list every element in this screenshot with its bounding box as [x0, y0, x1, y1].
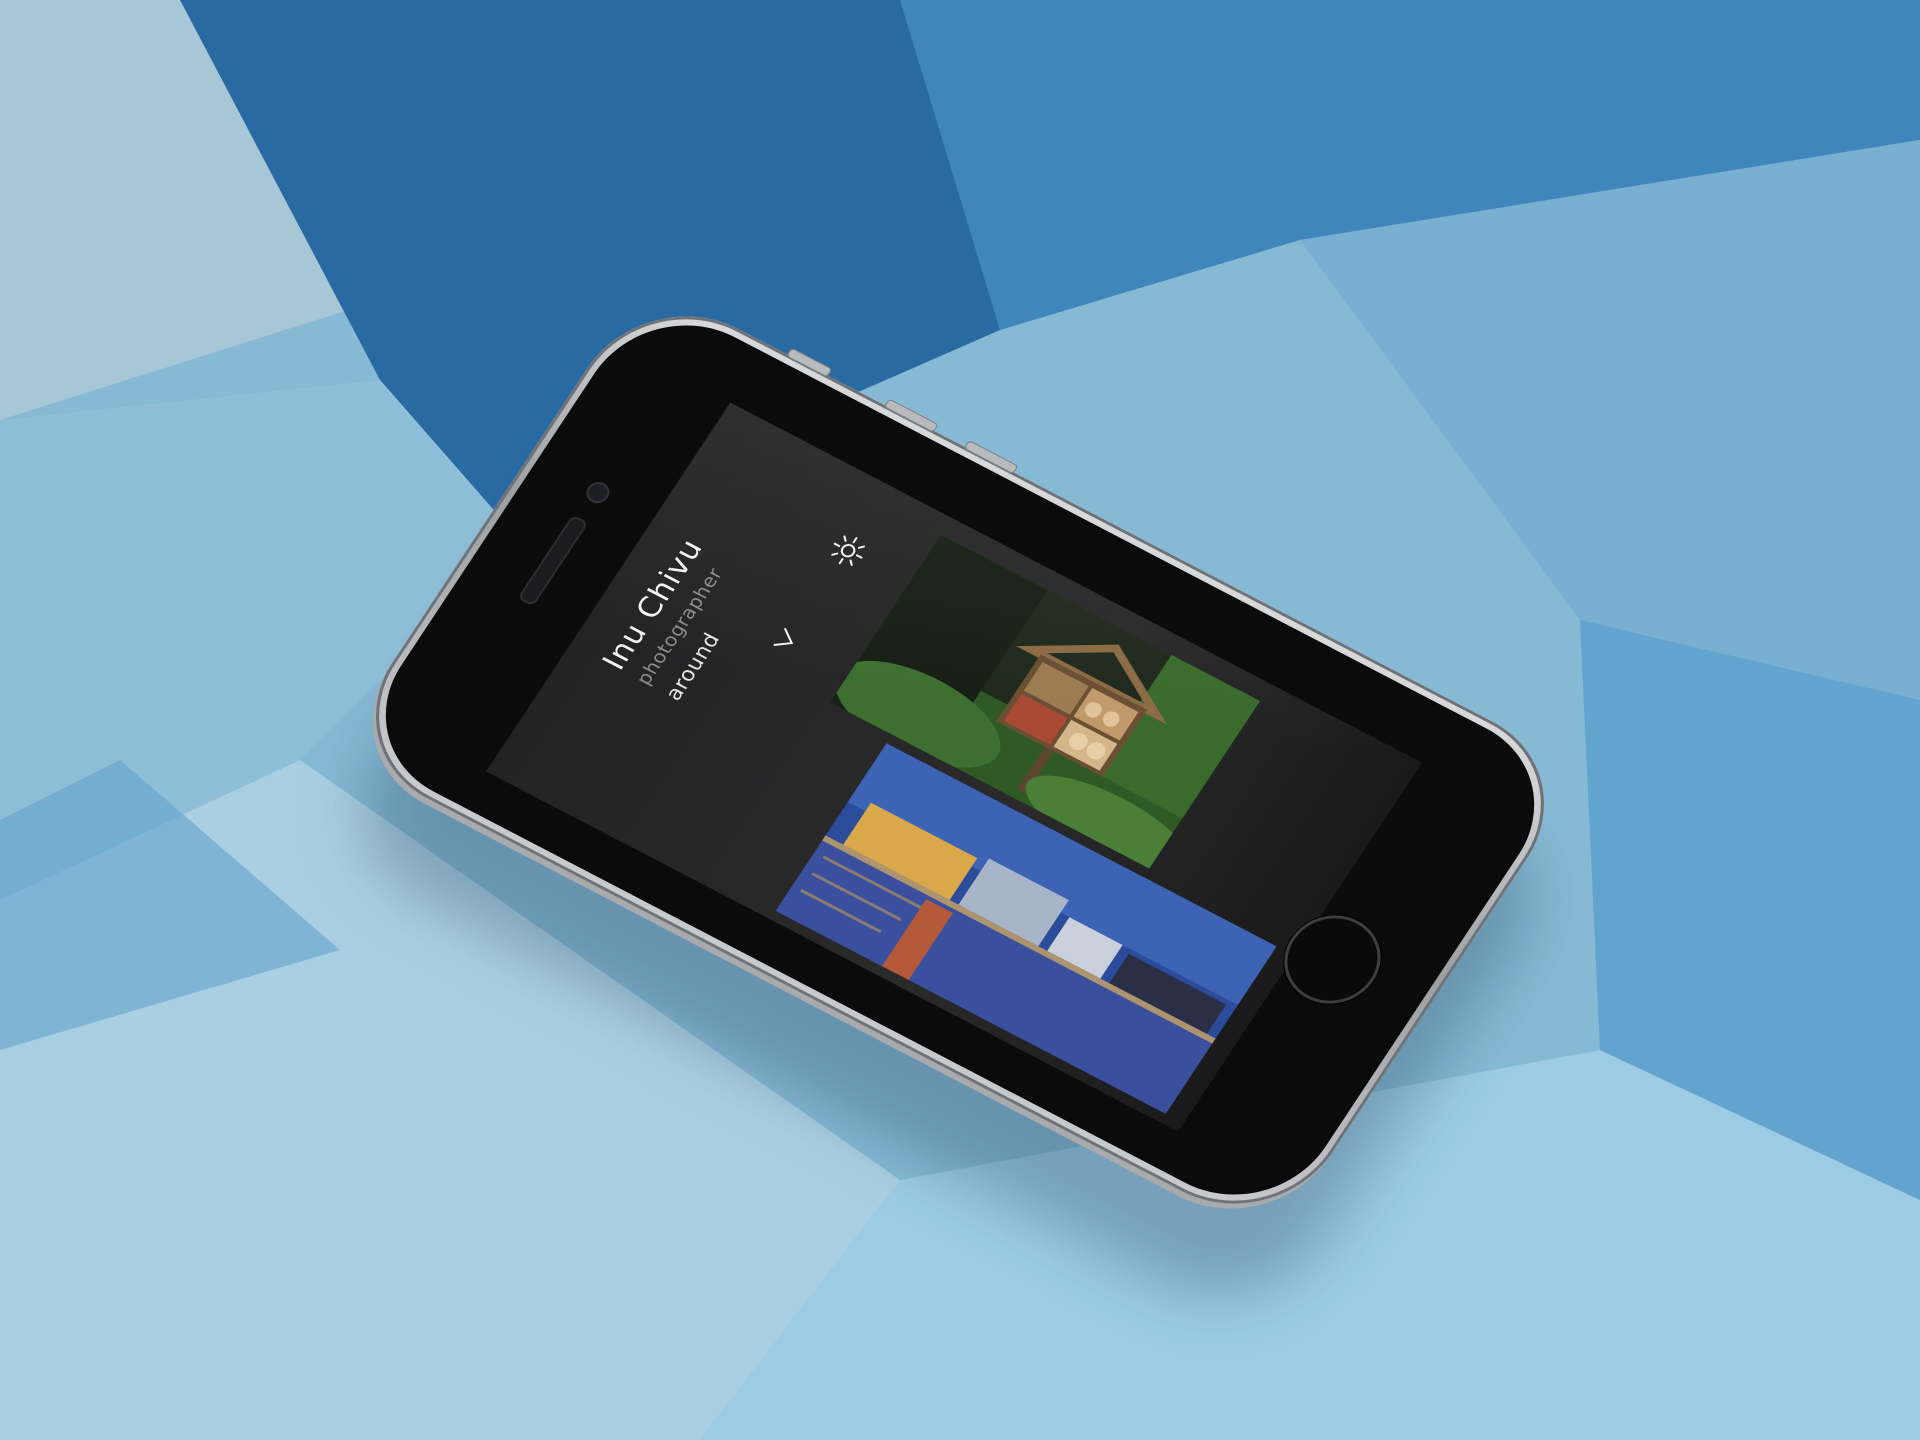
- front-camera-icon: [582, 478, 614, 507]
- theme-toggle-button[interactable]: [824, 529, 873, 573]
- expand-menu-button[interactable]: [765, 621, 808, 660]
- chevron-down-icon: [773, 627, 794, 646]
- sun-icon: [831, 535, 866, 566]
- earpiece-speaker: [517, 514, 589, 607]
